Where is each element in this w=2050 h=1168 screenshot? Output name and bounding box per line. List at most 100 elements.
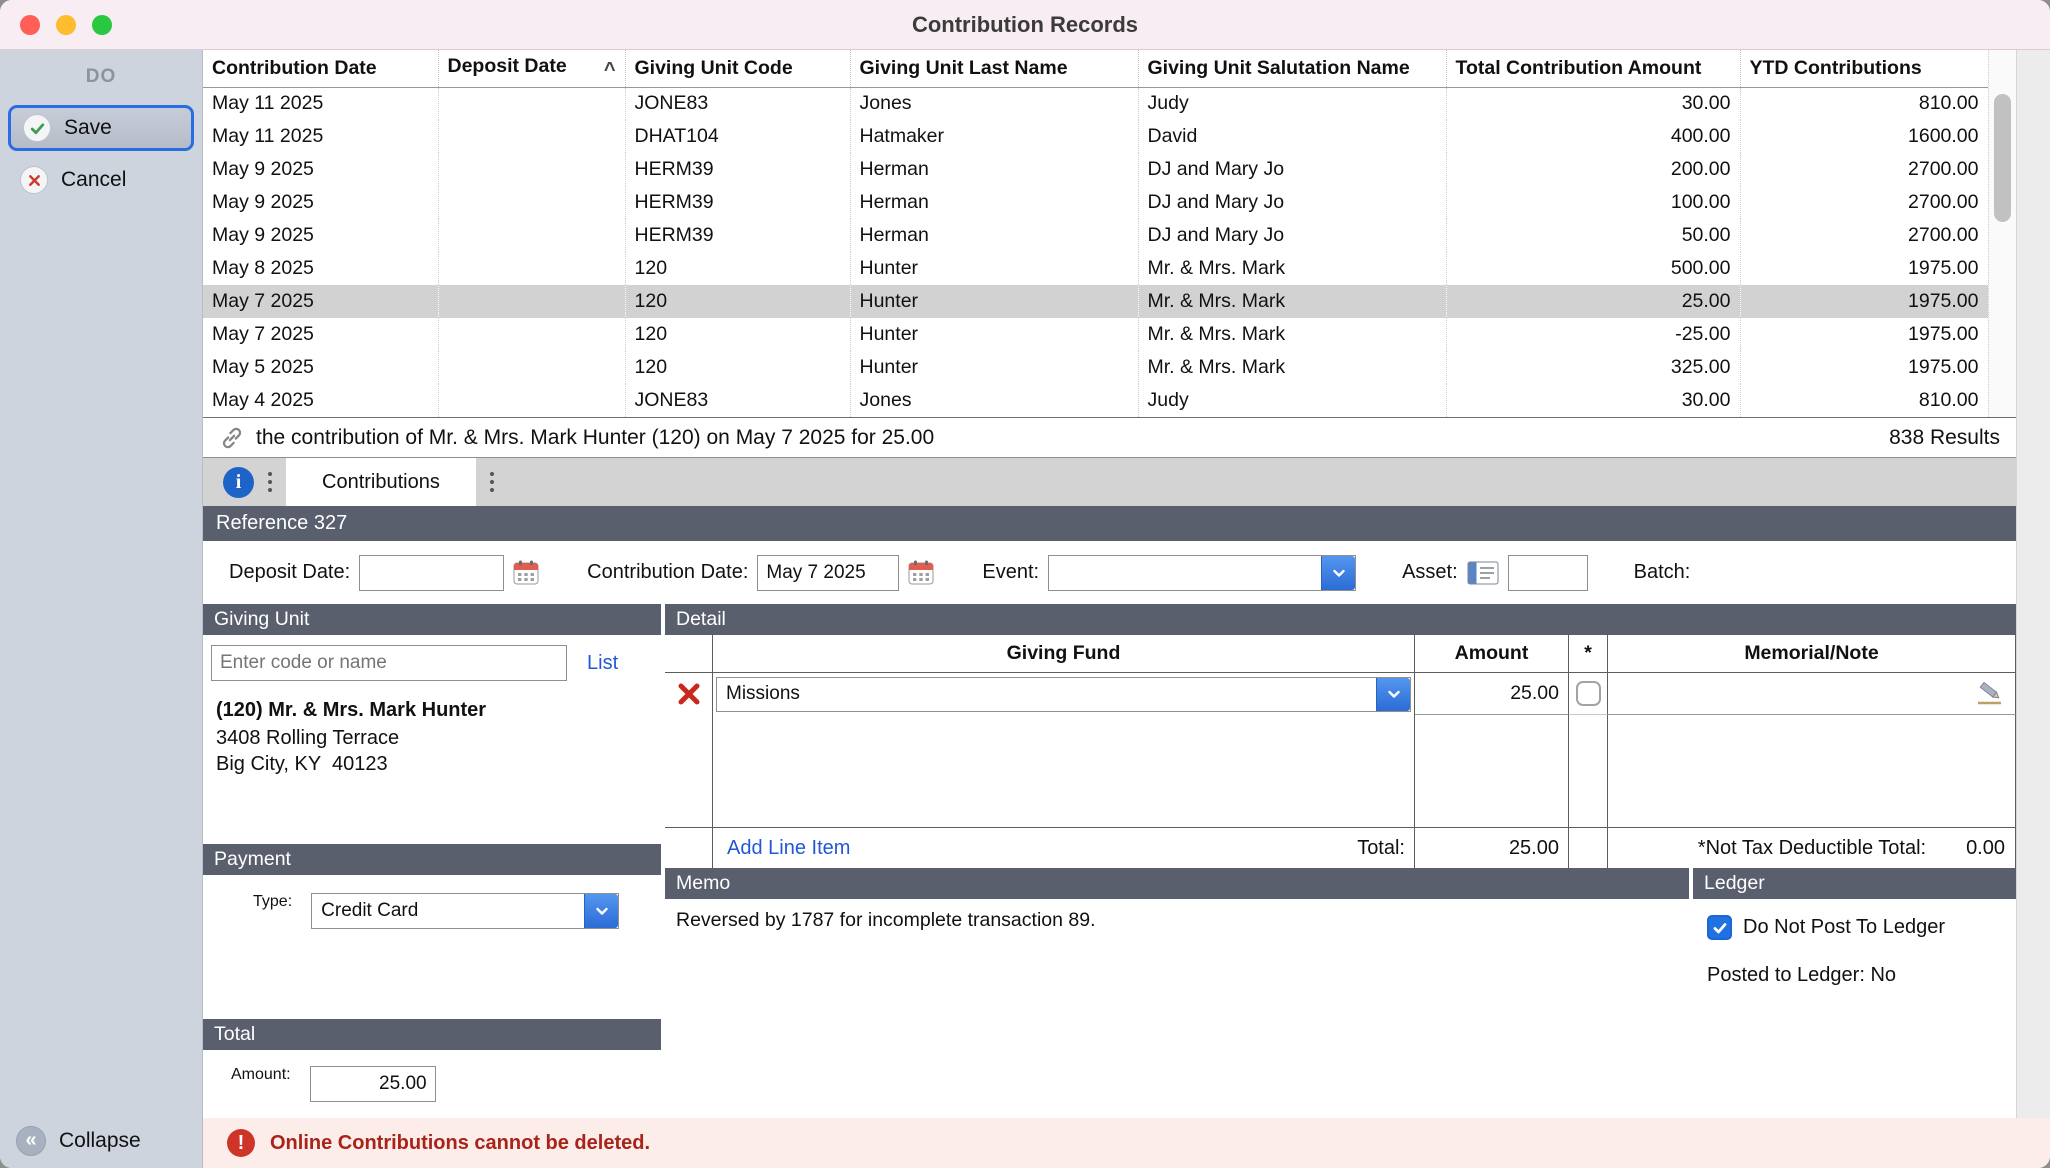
table-row[interactable]: May 9 2025HERM39HermanDJ and Mary Jo200.… <box>203 153 1988 186</box>
calendar-icon[interactable] <box>511 558 541 588</box>
table-cell: 25.00 <box>1446 285 1740 318</box>
drag-handle-dots-icon[interactable] <box>268 472 272 492</box>
detail-header-spacer <box>665 635 713 673</box>
column-header-giving-unit-code[interactable]: Giving Unit Code <box>625 50 850 87</box>
reference-bar: Reference 327 <box>203 506 2016 541</box>
column-header-giving-unit-salutation-name[interactable]: Giving Unit Salutation Name <box>1138 50 1446 87</box>
table-cell <box>438 87 625 120</box>
table-cell: 1600.00 <box>1740 120 1988 153</box>
table-row[interactable]: May 11 2025DHAT104HatmakerDavid400.00160… <box>203 120 1988 153</box>
table-cell: 30.00 <box>1446 384 1740 417</box>
tab-options-dots-icon[interactable] <box>490 472 494 492</box>
table-cell: DJ and Mary Jo <box>1138 219 1446 252</box>
table-cell: 120 <box>625 318 850 351</box>
table-cell: Judy <box>1138 87 1446 120</box>
minimize-window-button[interactable] <box>56 15 76 35</box>
column-header-memorial-note: Memorial/Note <box>1608 635 2016 673</box>
event-select[interactable] <box>1048 555 1356 591</box>
table-cell: 400.00 <box>1446 120 1740 153</box>
column-header-total-contribution-amount[interactable]: Total Contribution Amount <box>1446 50 1740 87</box>
table-cell <box>438 186 625 219</box>
close-window-button[interactable] <box>20 15 40 35</box>
table-cell: 2700.00 <box>1740 186 1988 219</box>
chevron-down-icon[interactable] <box>584 894 618 928</box>
table-scrollbar[interactable] <box>1988 50 2016 417</box>
table-row[interactable]: May 9 2025HERM39HermanDJ and Mary Jo50.0… <box>203 219 1988 252</box>
table-row[interactable]: May 7 2025120HunterMr. & Mrs. Mark-25.00… <box>203 318 1988 351</box>
table-cell: DHAT104 <box>625 120 850 153</box>
deposit-date-input[interactable] <box>359 555 504 591</box>
cancel-button-label: Cancel <box>61 168 126 192</box>
giving-unit-search-input[interactable] <box>211 645 567 681</box>
batch-label: Batch: <box>1634 561 1691 584</box>
table-cell: 500.00 <box>1446 252 1740 285</box>
delete-line-item-icon[interactable] <box>676 681 702 707</box>
warning-bar: ! Online Contributions cannot be deleted… <box>203 1118 2050 1168</box>
memo-panel: Memo Reversed by 1787 for incomplete tra… <box>665 868 1689 1118</box>
list-link[interactable]: List <box>587 652 618 675</box>
check-icon <box>23 114 51 142</box>
table-row[interactable]: May 11 2025JONE83JonesJudy30.00810.00 <box>203 87 1988 120</box>
contribution-date-input[interactable] <box>757 555 899 591</box>
add-line-item-link[interactable]: Add Line Item <box>727 837 850 860</box>
table-cell: 120 <box>625 351 850 384</box>
giving-fund-select[interactable]: Missions <box>716 677 1411 712</box>
giving-unit-address-line2: Big City, KY 40123 <box>216 751 653 777</box>
save-button[interactable]: Save <box>8 105 194 151</box>
table-cell: 100.00 <box>1446 186 1740 219</box>
line-item-amount[interactable]: 25.00 <box>1415 673 1569 715</box>
zoom-window-button[interactable] <box>92 15 112 35</box>
ntd-checkbox[interactable] <box>1576 681 1601 706</box>
tab-bar: i Contributions <box>203 458 2016 506</box>
column-header-ytd-contributions[interactable]: YTD Contributions <box>1740 50 1988 87</box>
detail-header: Detail <box>665 604 2016 635</box>
table-cell: 325.00 <box>1446 351 1740 384</box>
table-cell: 2700.00 <box>1740 153 1988 186</box>
table-cell: 2700.00 <box>1740 219 1988 252</box>
detail-total-label: Total: <box>1357 837 1405 860</box>
collapse-sidebar-button[interactable]: « Collapse <box>0 1114 202 1168</box>
calendar-icon[interactable] <box>906 558 936 588</box>
column-header-contribution-date[interactable]: Contribution Date <box>203 50 438 87</box>
column-header-deposit-date[interactable]: ^Deposit Date <box>438 50 625 87</box>
table-row[interactable]: May 4 2025JONE83JonesJudy30.00810.00 <box>203 384 1988 417</box>
table-cell: HERM39 <box>625 186 850 219</box>
info-icon[interactable]: i <box>223 467 254 498</box>
memo-text[interactable]: Reversed by 1787 for incomplete transact… <box>665 899 1689 1118</box>
table-cell: Mr. & Mrs. Mark <box>1138 252 1446 285</box>
table-cell: 200.00 <box>1446 153 1740 186</box>
table-row[interactable]: May 8 2025120HunterMr. & Mrs. Mark500.00… <box>203 252 1988 285</box>
table-cell: May 4 2025 <box>203 384 438 417</box>
table-row[interactable]: May 5 2025120HunterMr. & Mrs. Mark325.00… <box>203 351 1988 384</box>
table-cell: 1975.00 <box>1740 285 1988 318</box>
table-cell: Hunter <box>850 318 1138 351</box>
memorial-note-icon[interactable] <box>1975 682 2005 706</box>
table-cell: Judy <box>1138 384 1446 417</box>
payment-type-select[interactable]: Credit Card <box>311 893 619 929</box>
chevron-down-icon[interactable] <box>1376 678 1410 711</box>
table-row[interactable]: May 9 2025HERM39HermanDJ and Mary Jo100.… <box>203 186 1988 219</box>
deposit-date-label: Deposit Date: <box>229 561 350 584</box>
total-amount-label: Amount: <box>231 1066 291 1084</box>
cancel-button[interactable]: Cancel <box>8 157 194 203</box>
giving-unit-address-line1: 3408 Rolling Terrace <box>216 725 653 751</box>
table-row[interactable]: May 7 2025120HunterMr. & Mrs. Mark25.001… <box>203 285 1988 318</box>
window-scrollbar-track[interactable] <box>2016 50 2050 1118</box>
giving-unit-name: (120) Mr. & Mrs. Mark Hunter <box>216 699 653 722</box>
do-not-post-checkbox[interactable] <box>1707 915 1732 940</box>
table-cell: Herman <box>850 186 1138 219</box>
column-header-giving-unit-last-name[interactable]: Giving Unit Last Name <box>850 50 1138 87</box>
table-cell: 50.00 <box>1446 219 1740 252</box>
table-cell: May 11 2025 <box>203 87 438 120</box>
chevron-down-icon[interactable] <box>1321 556 1355 590</box>
table-cell: 120 <box>625 252 850 285</box>
table-cell: 810.00 <box>1740 384 1988 417</box>
table-cell: 1975.00 <box>1740 252 1988 285</box>
table-scrollbar-thumb[interactable] <box>1994 94 2011 222</box>
records-table-header-row: Contribution Date ^Deposit Date Giving U… <box>203 50 1988 87</box>
asset-lookup-icon[interactable] <box>1467 560 1501 586</box>
sidebar: DO Save Cancel « Collapse <box>0 50 203 1168</box>
tab-contributions[interactable]: Contributions <box>286 458 476 506</box>
asset-input[interactable] <box>1508 555 1588 591</box>
total-amount-input[interactable] <box>310 1066 436 1102</box>
